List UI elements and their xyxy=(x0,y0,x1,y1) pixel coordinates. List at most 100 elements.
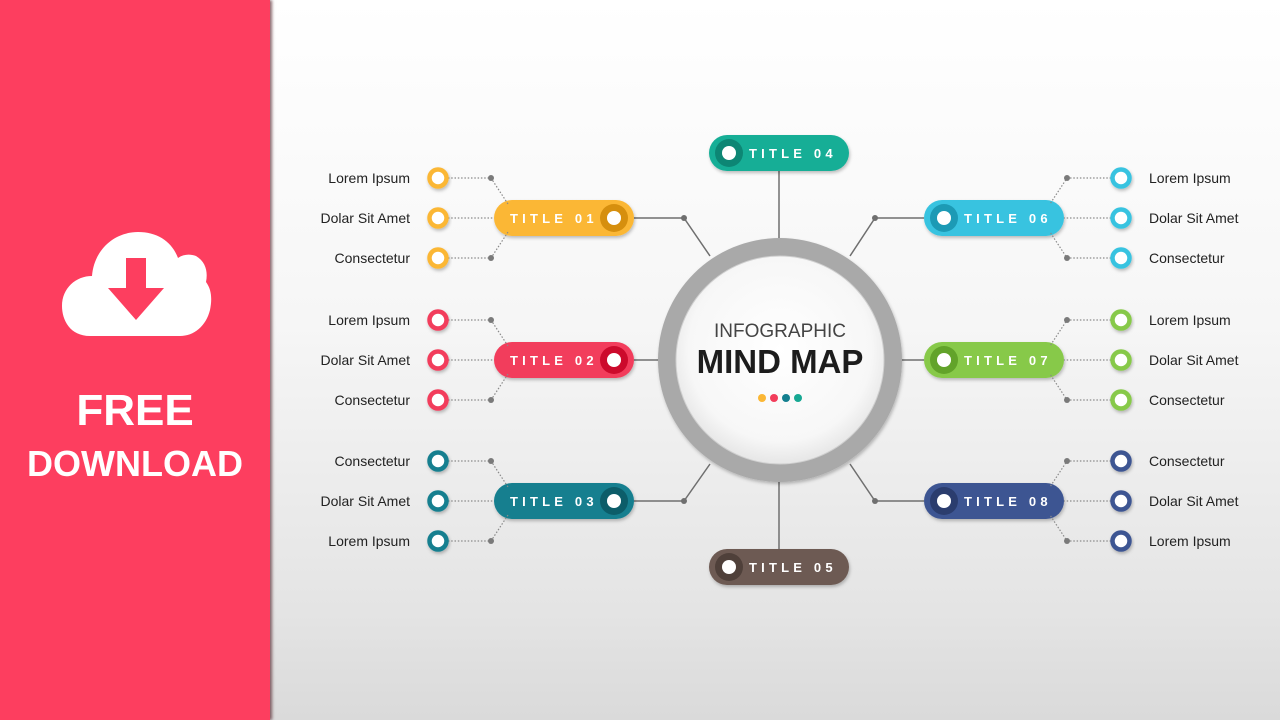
sub-item-bullet-icon[interactable] xyxy=(427,349,449,371)
sub-item[interactable]: Dolar Sit Amet xyxy=(321,207,494,229)
sub-item[interactable]: Lorem Ipsum xyxy=(328,514,509,552)
node-title-label: TITLE 05 xyxy=(749,560,837,575)
sub-item[interactable]: Lorem Ipsum xyxy=(1049,309,1231,347)
connector-joint xyxy=(872,498,878,504)
node-bullet-icon xyxy=(607,211,621,225)
sub-item-label: Consectetur xyxy=(335,250,411,266)
sub-item-bullet-icon[interactable] xyxy=(1110,309,1132,331)
sub-item-joint xyxy=(488,175,494,181)
sub-item-label: Consectetur xyxy=(1149,392,1225,408)
center-node[interactable]: INFOGRAPHIC MIND MAP xyxy=(658,238,902,482)
free-download-banner[interactable]: FREE DOWNLOAD xyxy=(0,0,270,720)
sub-item-joint xyxy=(1064,175,1070,181)
sub-item-bullet-icon[interactable] xyxy=(1110,349,1132,371)
sub-item[interactable]: Dolar Sit Amet xyxy=(321,490,494,512)
sub-item[interactable]: Lorem Ipsum xyxy=(1049,167,1231,205)
sub-item-label: Lorem Ipsum xyxy=(1149,170,1231,186)
node-bullet-icon xyxy=(937,211,951,225)
sub-item-bullet-icon[interactable] xyxy=(427,490,449,512)
sub-item[interactable]: Consectetur xyxy=(1049,373,1225,411)
sub-item-bullet-icon[interactable] xyxy=(427,207,449,229)
sub-item-bullet-icon[interactable] xyxy=(1110,450,1132,472)
sub-item-label: Lorem Ipsum xyxy=(1149,533,1231,549)
connector-line xyxy=(634,217,711,257)
sub-item-label: Dolar Sit Amet xyxy=(1149,493,1239,509)
node-title-label: TITLE 08 xyxy=(964,494,1052,509)
node-title-label: TITLE 03 xyxy=(510,494,598,509)
sub-item[interactable]: Dolar Sit Amet xyxy=(321,349,494,371)
node-title-02[interactable]: TITLE 02 Lorem Ipsum Dolar Sit Amet Consect… xyxy=(321,309,634,411)
sub-item-connector xyxy=(438,460,509,488)
sub-item-bullet-icon[interactable] xyxy=(1110,247,1132,269)
node-bullet-icon xyxy=(722,560,736,574)
center-dot xyxy=(770,394,778,402)
sub-item-label: Dolar Sit Amet xyxy=(321,210,411,226)
connector-line xyxy=(849,217,924,257)
node-title-label: TITLE 02 xyxy=(510,353,598,368)
sub-item-connector xyxy=(1049,373,1121,401)
sub-item[interactable]: Dolar Sit Amet xyxy=(1064,490,1239,512)
sub-item-bullet-icon[interactable] xyxy=(1110,389,1132,411)
sub-item-label: Dolar Sit Amet xyxy=(1149,210,1239,226)
sub-item-joint xyxy=(1064,255,1070,261)
node-title-03[interactable]: TITLE 03 Consectetur Dolar Sit Amet Lorem I… xyxy=(321,450,634,552)
node-bullet-icon xyxy=(607,494,621,508)
sub-item-connector xyxy=(1049,231,1121,259)
sub-item-label: Dolar Sit Amet xyxy=(1149,352,1239,368)
sub-item[interactable]: Consectetur xyxy=(335,450,509,488)
node-title-05[interactable]: TITLE 05 xyxy=(709,549,849,585)
sub-item-label: Lorem Ipsum xyxy=(328,170,410,186)
connector-joint xyxy=(872,215,878,221)
sub-item-label: Lorem Ipsum xyxy=(1149,312,1231,328)
node-title-07[interactable]: TITLE 07 Lorem Ipsum Dolar Sit Amet Consect… xyxy=(924,309,1239,411)
sub-item[interactable]: Dolar Sit Amet xyxy=(1064,207,1239,229)
sub-item[interactable]: Consectetur xyxy=(1049,450,1225,488)
sub-item-bullet-icon[interactable] xyxy=(1110,207,1132,229)
sub-item[interactable]: Lorem Ipsum xyxy=(328,167,509,205)
sub-item-bullet-icon[interactable] xyxy=(1110,490,1132,512)
node-title-01[interactable]: TITLE 01 Lorem Ipsum Dolar Sit Amet Consect… xyxy=(321,167,634,269)
sub-item-joint xyxy=(1064,397,1070,403)
sub-item[interactable]: Consectetur xyxy=(335,231,509,269)
sub-item[interactable]: Lorem Ipsum xyxy=(1049,514,1231,552)
node-bullet-icon xyxy=(607,353,621,367)
connector-line xyxy=(634,463,711,502)
sub-item-bullet-icon[interactable] xyxy=(427,247,449,269)
sub-item-bullet-icon[interactable] xyxy=(427,167,449,189)
sub-item[interactable]: Consectetur xyxy=(335,373,509,411)
connector-joint xyxy=(681,215,687,221)
node-title-06[interactable]: TITLE 06 Lorem Ipsum Dolar Sit Amet Consect… xyxy=(924,167,1239,269)
sub-item-joint xyxy=(488,397,494,403)
center-dot xyxy=(794,394,802,402)
sub-item-joint xyxy=(488,538,494,544)
sub-item-joint xyxy=(488,255,494,261)
sub-item-connector xyxy=(438,319,509,347)
sub-item[interactable]: Consectetur xyxy=(1049,231,1225,269)
sub-item-bullet-icon[interactable] xyxy=(427,450,449,472)
sub-item-label: Lorem Ipsum xyxy=(328,533,410,549)
sub-item-bullet-icon[interactable] xyxy=(1110,167,1132,189)
sub-item-bullet-icon[interactable] xyxy=(427,389,449,411)
sub-item-connector xyxy=(438,177,509,205)
sub-item-bullet-icon[interactable] xyxy=(1110,530,1132,552)
sub-item[interactable]: Dolar Sit Amet xyxy=(1064,349,1239,371)
sub-item-label: Consectetur xyxy=(1149,250,1225,266)
sub-item-connector xyxy=(1049,514,1121,542)
connector-line xyxy=(849,463,924,502)
sub-item-connector xyxy=(438,514,509,542)
node-title-08[interactable]: TITLE 08 Consectetur Dolar Sit Amet Lorem I… xyxy=(924,450,1239,552)
cloud-download-icon xyxy=(62,232,212,336)
sub-item-label: Consectetur xyxy=(335,392,411,408)
banner-line-2: DOWNLOAD xyxy=(27,443,243,484)
center-subtitle: INFOGRAPHIC xyxy=(714,321,846,342)
node-bullet-icon xyxy=(722,146,736,160)
sub-item-joint xyxy=(1064,458,1070,464)
sub-item-joint xyxy=(488,317,494,323)
node-title-label: TITLE 06 xyxy=(964,211,1052,226)
sub-item-connector xyxy=(1049,177,1121,205)
sub-item-bullet-icon[interactable] xyxy=(427,309,449,331)
sub-item[interactable]: Lorem Ipsum xyxy=(328,309,509,347)
sub-item-bullet-icon[interactable] xyxy=(427,530,449,552)
banner-line-1: FREE xyxy=(76,386,194,435)
node-title-04[interactable]: TITLE 04 xyxy=(709,135,849,171)
